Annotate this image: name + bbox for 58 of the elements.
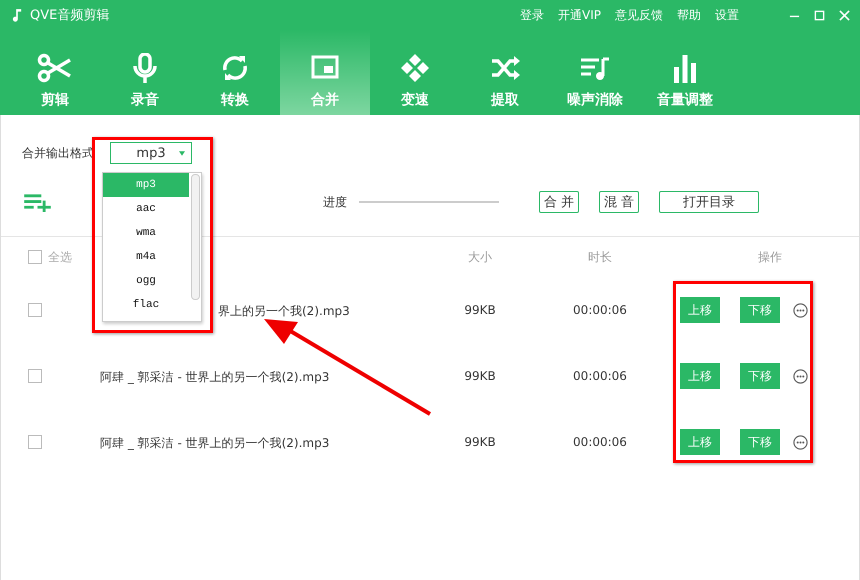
- music-note-icon: [12, 8, 22, 22]
- more-icon[interactable]: [793, 302, 808, 318]
- column-header: 操作: [757, 248, 783, 266]
- more-icon[interactable]: [793, 434, 808, 450]
- progress-label: 进度: [323, 194, 347, 210]
- app-title: QVE音频剪辑: [30, 7, 110, 24]
- file-size: 99KB: [463, 435, 497, 449]
- file-size: 99KB: [463, 369, 497, 383]
- header-link[interactable]: 登录: [520, 6, 544, 24]
- header-link[interactable]: 帮助: [677, 6, 701, 24]
- file-name: 阿肆 _ 郭采洁 - 世界上的另一个我(2).mp3: [100, 436, 330, 450]
- move-button[interactable]: 上移: [680, 297, 720, 323]
- toolbar-button[interactable]: 打开目录: [659, 191, 759, 213]
- row-checkbox[interactable]: [28, 303, 42, 317]
- toolbar-button[interactable]: 合 并: [539, 191, 579, 213]
- select-all-checkbox[interactable]: [28, 250, 42, 264]
- header-link[interactable]: 开通VIP: [558, 6, 601, 24]
- file-size: 99KB: [463, 303, 497, 317]
- tab[interactable]: 合并: [280, 30, 370, 115]
- file-name: 界上的另一个我(2).mp3: [218, 304, 350, 318]
- row-checkbox[interactable]: [28, 435, 42, 449]
- header-link[interactable]: 意见反馈: [615, 6, 663, 24]
- tab[interactable]: 提取: [460, 30, 550, 115]
- more-icon[interactable]: [793, 368, 808, 384]
- close-icon[interactable]: [839, 10, 850, 20]
- move-button[interactable]: 上移: [680, 429, 720, 455]
- tab[interactable]: 音量调整: [640, 30, 730, 115]
- header-link[interactable]: 设置: [715, 6, 739, 24]
- file-duration: 00:00:06: [572, 435, 628, 449]
- scrollbar-thumb[interactable]: [191, 174, 200, 300]
- column-header: 大小: [467, 248, 493, 266]
- row-checkbox[interactable]: [28, 369, 42, 383]
- format-option[interactable]: mp3: [103, 173, 189, 197]
- tab[interactable]: 剪辑: [10, 30, 100, 115]
- column-header: 时长: [587, 248, 613, 266]
- move-button[interactable]: 下移: [740, 297, 780, 323]
- move-button[interactable]: 下移: [740, 429, 780, 455]
- select-all-label: 全选: [48, 248, 72, 266]
- file-duration: 00:00:06: [572, 303, 628, 317]
- file-name: 阿肆 _ 郭采洁 - 世界上的另一个我(2).mp3: [100, 370, 330, 384]
- toolbar-button[interactable]: 混 音: [599, 191, 639, 213]
- file-duration: 00:00:06: [572, 369, 628, 383]
- caret-icon: [179, 151, 185, 156]
- tab[interactable]: 录音: [100, 30, 190, 115]
- scissors-icon: [37, 53, 73, 83]
- format-option[interactable]: wma: [103, 221, 189, 245]
- format-dropdown[interactable]: mp3: [110, 142, 192, 164]
- move-button[interactable]: 下移: [740, 363, 780, 389]
- tab[interactable]: 转换: [190, 30, 280, 115]
- format-option[interactable]: ogg: [103, 269, 189, 293]
- format-option[interactable]: m4a: [103, 245, 189, 269]
- move-button[interactable]: 上移: [680, 363, 720, 389]
- tab[interactable]: 变速: [370, 30, 460, 115]
- add-list-icon[interactable]: [24, 192, 51, 212]
- maximize-icon[interactable]: [814, 10, 825, 20]
- format-option[interactable]: flac: [103, 293, 189, 317]
- tab[interactable]: 噪声消除: [550, 30, 640, 115]
- format-option[interactable]: aac: [103, 197, 189, 221]
